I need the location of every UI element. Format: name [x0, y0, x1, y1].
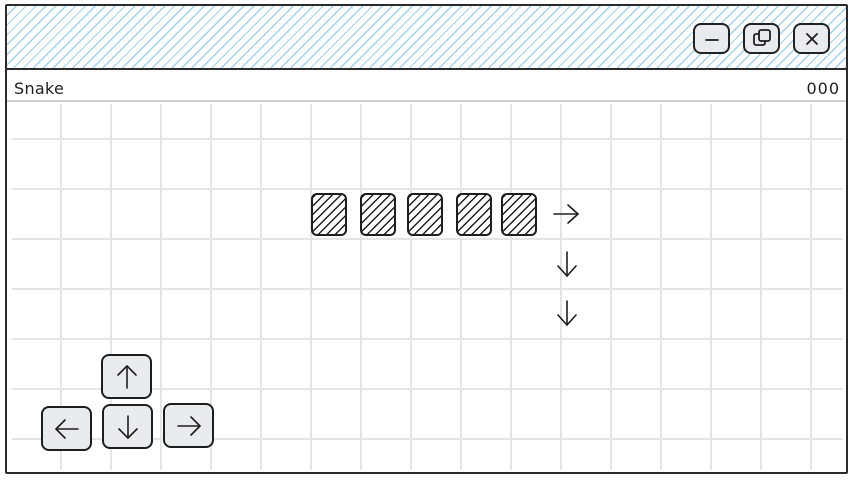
- arrow-right-icon: [553, 204, 579, 224]
- down-button[interactable]: [102, 404, 153, 449]
- game-title: Snake: [14, 79, 65, 98]
- close-icon: [805, 32, 818, 45]
- arrow-left-icon: [54, 418, 79, 439]
- status-bar: Snake 000: [7, 70, 846, 102]
- left-button[interactable]: [41, 406, 92, 451]
- snake-segment: [407, 193, 443, 236]
- snake-segment: [360, 193, 396, 236]
- arrow-down-icon: [117, 414, 138, 439]
- snake-head: [501, 193, 537, 236]
- snake-segment: [311, 193, 347, 236]
- arrow-right-icon: [176, 415, 201, 436]
- score-counter: 000: [806, 79, 840, 98]
- snake-segment: [456, 193, 492, 236]
- restore-button[interactable]: [743, 23, 780, 54]
- arrow-up-icon: [116, 364, 137, 389]
- restore-icon: [752, 28, 771, 46]
- right-button[interactable]: [163, 403, 214, 448]
- title-bar[interactable]: [7, 6, 846, 70]
- minimize-button[interactable]: [693, 23, 730, 54]
- close-button[interactable]: [793, 23, 830, 54]
- minimize-icon: [704, 38, 719, 41]
- arrow-down-icon: [557, 300, 577, 326]
- game-window: Snake 000: [5, 4, 848, 474]
- up-button[interactable]: [101, 354, 152, 399]
- arrow-down-icon: [557, 251, 577, 277]
